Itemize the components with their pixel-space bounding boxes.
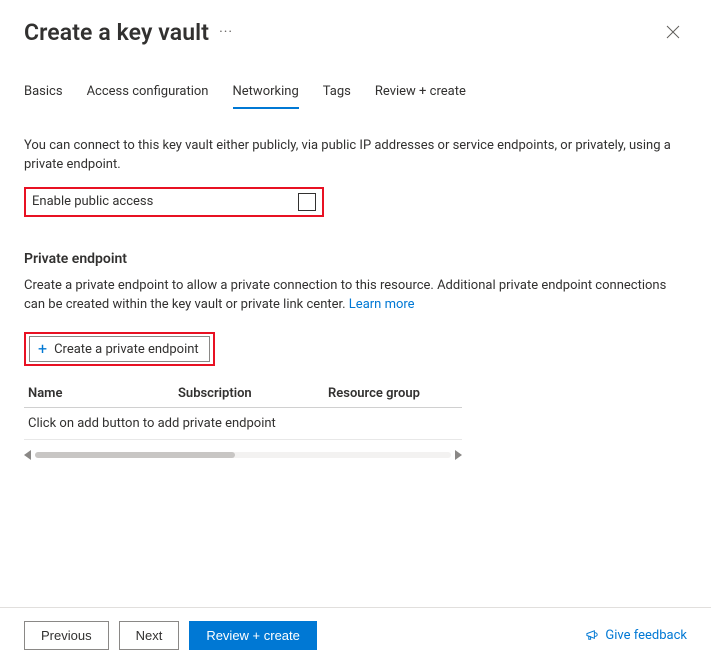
footer-bar: Previous Next Review + create Give feedb… xyxy=(0,608,711,662)
create-private-endpoint-highlight: + Create a private endpoint xyxy=(24,332,215,366)
col-resource-group: Resource group xyxy=(324,380,462,408)
table-empty-message: Click on add button to add private endpo… xyxy=(24,408,462,440)
learn-more-link[interactable]: Learn more xyxy=(349,297,415,312)
scroll-right-icon xyxy=(455,450,462,460)
blade-header: Create a key vault ··· xyxy=(0,0,711,46)
tab-tags[interactable]: Tags xyxy=(323,84,351,109)
private-endpoint-description-text: Create a private endpoint to allow a pri… xyxy=(24,278,666,312)
next-button[interactable]: Next xyxy=(119,621,180,650)
give-feedback-label: Give feedback xyxy=(605,628,687,643)
networking-content: You can connect to this key vault either… xyxy=(0,109,711,462)
table-header-row: Name Subscription Resource group xyxy=(24,380,462,408)
create-private-endpoint-label: Create a private endpoint xyxy=(54,342,199,357)
horizontal-scrollbar[interactable] xyxy=(24,448,462,462)
tab-networking[interactable]: Networking xyxy=(233,84,299,109)
col-subscription: Subscription xyxy=(174,380,324,408)
create-private-endpoint-button[interactable]: + Create a private endpoint xyxy=(29,336,210,362)
more-actions-button[interactable]: ··· xyxy=(219,25,233,39)
close-icon xyxy=(666,25,680,39)
col-name: Name xyxy=(24,380,174,408)
tab-access-configuration[interactable]: Access configuration xyxy=(87,84,209,109)
private-endpoint-description: Create a private endpoint to allow a pri… xyxy=(24,277,687,315)
previous-button[interactable]: Previous xyxy=(24,621,109,650)
table-empty-row: Click on add button to add private endpo… xyxy=(24,408,462,440)
enable-public-access-checkbox[interactable] xyxy=(298,193,316,211)
scroll-thumb[interactable] xyxy=(35,452,235,458)
give-feedback-link[interactable]: Give feedback xyxy=(585,628,687,643)
tab-review-create[interactable]: Review + create xyxy=(375,84,466,109)
tab-basics[interactable]: Basics xyxy=(24,84,63,109)
close-button[interactable] xyxy=(659,18,687,46)
tabs-bar: Basics Access configuration Networking T… xyxy=(0,46,711,109)
networking-intro-text: You can connect to this key vault either… xyxy=(24,137,687,175)
private-endpoint-table: Name Subscription Resource group Click o… xyxy=(24,380,462,440)
scroll-left-icon xyxy=(24,450,31,460)
page-title: Create a key vault xyxy=(24,19,209,46)
review-create-button[interactable]: Review + create xyxy=(189,621,317,650)
scroll-track xyxy=(35,452,451,458)
plus-icon: + xyxy=(38,341,47,357)
enable-public-access-row: Enable public access xyxy=(24,187,324,217)
megaphone-icon xyxy=(585,628,600,643)
enable-public-access-label: Enable public access xyxy=(32,194,153,209)
private-endpoint-heading: Private endpoint xyxy=(24,251,687,267)
